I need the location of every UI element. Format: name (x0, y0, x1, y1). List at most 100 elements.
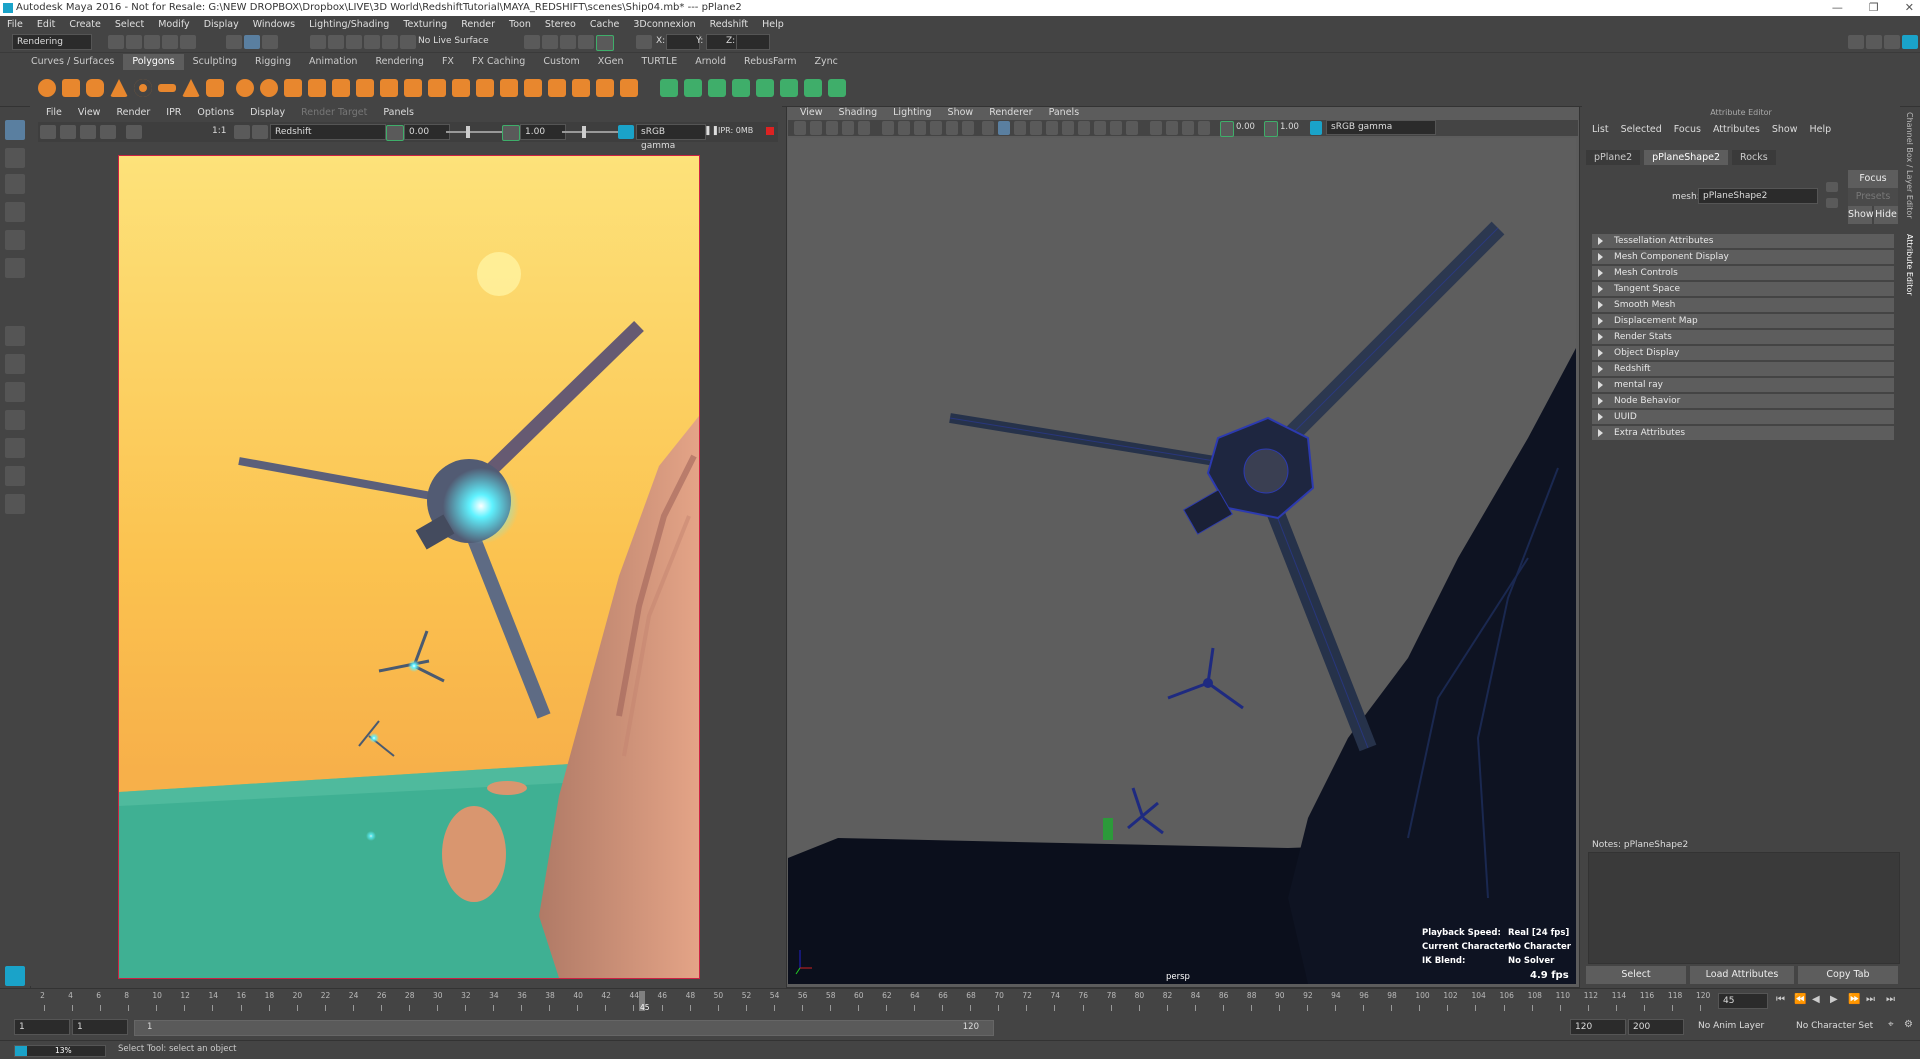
close-button[interactable]: ✕ (1905, 0, 1914, 16)
vp-menu-shading[interactable]: Shading (831, 106, 886, 120)
depth-of-field-icon[interactable] (1126, 121, 1138, 135)
poly-pyramid-icon[interactable] (182, 79, 200, 97)
section-displacement-map[interactable]: Displacement Map (1592, 314, 1894, 328)
scale-tool-icon[interactable] (5, 258, 25, 278)
redo-icon[interactable] (180, 35, 196, 49)
bookmark-icon[interactable] (826, 121, 838, 135)
menu-modify[interactable]: Modify (151, 19, 196, 30)
select-hierarchy-icon[interactable] (226, 35, 242, 49)
snap-point-icon[interactable] (346, 35, 362, 49)
minimize-button[interactable]: — (1832, 0, 1843, 16)
render-frame-icon[interactable] (524, 35, 540, 49)
shadows-icon[interactable] (1062, 121, 1074, 135)
start-time-field[interactable]: 1 (14, 1019, 70, 1035)
menu-help[interactable]: Help (755, 19, 791, 30)
anim-prefs-icon[interactable]: ⚙ (1904, 1019, 1913, 1030)
poly-sphere-icon[interactable] (38, 79, 56, 97)
time-slider[interactable]: 2 4 6 8 10 12 14 16 18 20 22 24 26 28 30 32 34 36 38 40 42 44… (0, 988, 1920, 1015)
vp-menu-panels[interactable]: Panels (1041, 106, 1088, 120)
vp-colorspace-dropdown[interactable]: sRGB gamma (1326, 120, 1436, 135)
menu-redshift[interactable]: Redshift (703, 19, 756, 30)
resolution-gate-icon[interactable] (914, 121, 926, 135)
unfold-uv-icon[interactable] (828, 79, 846, 97)
gamma-icon[interactable] (502, 125, 520, 141)
rv-menu-render[interactable]: Render (108, 106, 158, 120)
presets-button[interactable]: Presets (1848, 188, 1898, 206)
select-component-icon[interactable] (262, 35, 278, 49)
shelf-tab-curves-surfaces[interactable]: Curves / Surfaces (22, 54, 123, 70)
exposure-field[interactable]: 0.00 (404, 124, 450, 140)
persp-outliner-layout-icon[interactable] (5, 438, 25, 458)
go-to-output-icon[interactable] (1826, 198, 1838, 208)
outliner-toggle-icon[interactable] (1866, 35, 1882, 49)
poly-torus-icon[interactable] (134, 79, 152, 97)
maximize-button[interactable]: ❐ (1869, 0, 1879, 16)
cylindrical-uv-icon[interactable] (684, 79, 702, 97)
bevel-icon[interactable] (428, 79, 446, 97)
vp-gamma-field[interactable]: 1.00 (1280, 122, 1299, 132)
move-tool-icon[interactable] (5, 202, 25, 222)
menu-stereo[interactable]: Stereo (538, 19, 583, 30)
vp-menu-renderer[interactable]: Renderer (981, 106, 1040, 120)
ipr-render-icon[interactable] (542, 35, 558, 49)
go-to-end-icon[interactable]: ⏭ (1886, 994, 1895, 1005)
shelf-tab-sculpting[interactable]: Sculpting (184, 54, 246, 70)
multi-cut-icon[interactable] (476, 79, 494, 97)
shelf-tab-fx-caching[interactable]: FX Caching (463, 54, 534, 70)
shelf-tab-rendering[interactable]: Rendering (366, 54, 433, 70)
separate-icon[interactable] (260, 79, 278, 97)
anim-layer-dropdown[interactable]: No Anim Layer (1694, 1019, 1786, 1033)
layout-icon[interactable] (1848, 35, 1864, 49)
select-object-icon[interactable] (244, 35, 260, 49)
vp-menu-view[interactable]: View (792, 106, 831, 120)
poly-cylinder-icon[interactable] (86, 79, 104, 97)
smooth-shade-icon[interactable] (998, 121, 1010, 135)
focus-button[interactable]: Focus (1848, 170, 1898, 188)
vp-exposure-icon[interactable] (1220, 121, 1234, 137)
ae-menu-show[interactable]: Show (1766, 124, 1804, 135)
frame-image-icon[interactable] (234, 125, 250, 139)
sew-uv-icon[interactable] (804, 79, 822, 97)
mirror-icon[interactable] (332, 79, 350, 97)
shelf-tab-animation[interactable]: Animation (300, 54, 366, 70)
undo-icon[interactable] (162, 35, 178, 49)
color-management-icon[interactable] (618, 125, 634, 139)
rv-menu-options[interactable]: Options (189, 106, 242, 120)
section-node-behavior[interactable]: Node Behavior (1592, 394, 1894, 408)
pause-ipr-icon[interactable]: ❚❚ (704, 126, 719, 136)
section-extra-attributes[interactable]: Extra Attributes (1592, 426, 1894, 440)
notes-textarea[interactable] (1588, 852, 1900, 964)
save-scene-icon[interactable] (144, 35, 160, 49)
snap-vertex-icon[interactable] (400, 35, 416, 49)
x-field[interactable] (666, 34, 700, 50)
menu-create[interactable]: Create (62, 19, 108, 30)
fill-hole-icon[interactable] (452, 79, 470, 97)
select-button[interactable]: Select (1586, 966, 1686, 984)
cut-uv-icon[interactable] (780, 79, 798, 97)
rv-menu-render-target[interactable]: Render Target (293, 106, 375, 120)
field-chart-icon[interactable] (946, 121, 958, 135)
renderer-dropdown[interactable]: Redshift (270, 124, 386, 140)
wireframe-icon[interactable] (982, 121, 994, 135)
rv-menu-panels[interactable]: Panels (375, 106, 422, 120)
poly-pipe-icon[interactable] (206, 79, 224, 97)
ae-menu-help[interactable]: Help (1803, 124, 1837, 135)
use-all-lights-icon[interactable] (1046, 121, 1058, 135)
z-field[interactable] (736, 34, 770, 50)
vp-color-management-icon[interactable] (1310, 121, 1322, 135)
shelf-tab-polygons[interactable]: Polygons (123, 54, 184, 70)
rv-menu-ipr[interactable]: IPR (158, 106, 189, 120)
vp-exposure-field[interactable]: 0.00 (1236, 122, 1255, 132)
smooth-icon[interactable] (308, 79, 326, 97)
extrude-icon[interactable] (356, 79, 374, 97)
menu-display[interactable]: Display (197, 19, 246, 30)
section-smooth-mesh[interactable]: Smooth Mesh (1592, 298, 1894, 312)
play-forwards-icon[interactable]: ▶ (1830, 994, 1838, 1005)
maya-home-icon[interactable] (5, 966, 25, 986)
live-surface-label[interactable]: No Live Surface (418, 36, 489, 46)
current-frame-field[interactable]: 45 (1718, 993, 1768, 1009)
side-tab-channel-box[interactable]: Channel Box / Layer Editor (1905, 112, 1914, 219)
xray-components-icon[interactable] (1198, 121, 1210, 135)
menu-toon[interactable]: Toon (502, 19, 538, 30)
new-scene-icon[interactable] (108, 35, 124, 49)
